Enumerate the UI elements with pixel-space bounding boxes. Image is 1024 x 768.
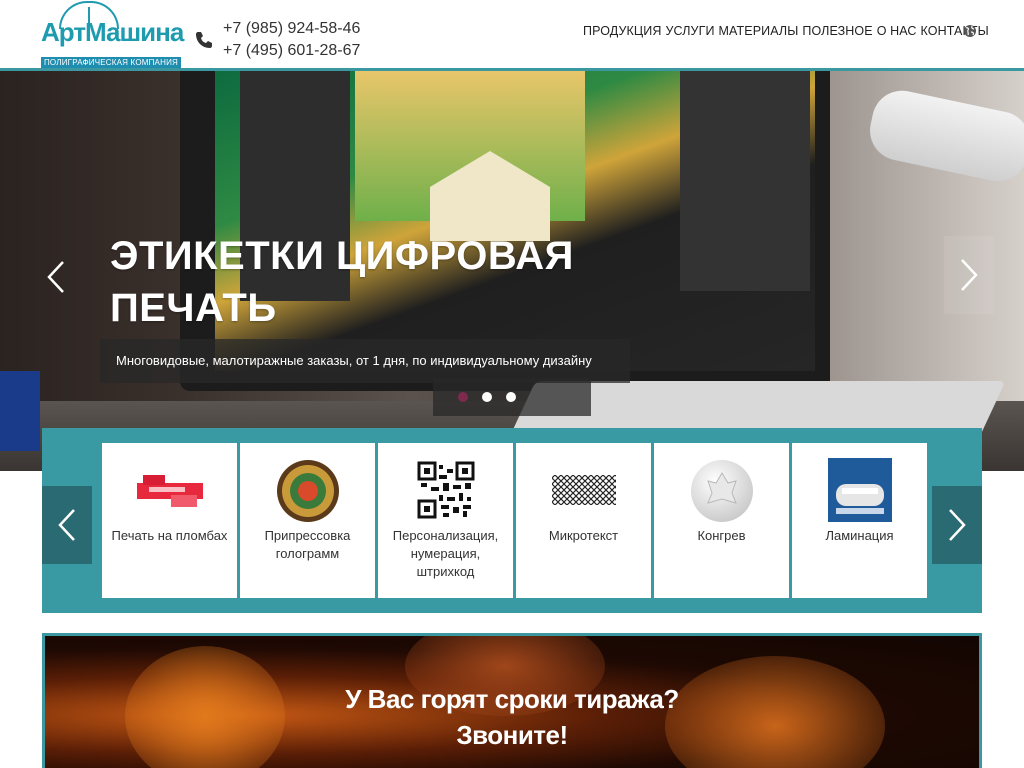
service-card-label: Микротекст [548,528,619,543]
seal-tape-image [136,475,203,507]
chevron-left-icon[interactable] [43,252,69,302]
hologram-image [276,460,339,522]
chevron-right-icon [949,509,966,541]
services-next-button[interactable] [932,486,982,564]
qr-code-image [416,461,475,519]
promo-line-2: Звоните! [456,720,568,750]
nav-item-materials[interactable]: МАТЕРИАЛЫ [719,24,799,38]
nav-item-services[interactable]: УСЛУГИ [665,24,714,38]
services-prev-button[interactable] [42,486,92,564]
hero-slider: ЭТИКЕТКИ ЦИФРОВАЯ ПЕЧАТЬ Многовидовые, м… [0,71,1024,471]
logo-text: АртМашина [41,17,184,47]
emboss-image [690,460,753,522]
lamination-image [827,458,892,522]
services-cards: Печать на пломбах Припрессовка голограмм [102,443,927,598]
nav-item-about[interactable]: О НАС [877,24,917,38]
hero-label-roll [864,85,1024,187]
globe-icon[interactable] [963,24,977,38]
phone-number-2[interactable]: +7 (495) 601-28-67 [223,40,360,62]
nav-item-useful[interactable]: ПОЛЕЗНОЕ [802,24,872,38]
phone-icon [196,32,212,48]
main-nav: ПРОДУКЦИЯ УСЛУГИ МАТЕРИАЛЫ ПОЛЕЗНОЕ О НА… [583,24,989,38]
logo-tagline: ПОЛИГРАФИЧЕСКАЯ КОМПАНИЯ [41,57,181,68]
slider-pagination [433,378,591,416]
site-header: АртМашина ПОЛИГРАФИЧЕСКАЯ КОМПАНИЯ +7 (9… [0,0,1024,68]
microtext-image [551,475,616,505]
chevron-right-icon [961,259,978,291]
chevron-left-icon [58,509,75,541]
slider-dot-2[interactable] [482,392,492,402]
hero-title: ЭТИКЕТКИ ЦИФРОВАЯ ПЕЧАТЬ [110,230,574,334]
site-logo[interactable]: АртМашина ПОЛИГРАФИЧЕСКАЯ КОМПАНИЯ [41,1,184,68]
phone-number-1[interactable]: +7 (985) 924-58-46 [223,18,360,40]
service-card-microtext[interactable]: Микротекст [516,443,651,598]
service-card-label: Конгрев [697,528,746,543]
slider-dot-3[interactable] [506,392,516,402]
hero-blue-object [0,371,40,451]
promo-text: У Вас горят сроки тиража? Звоните! [45,681,979,753]
hero-caption: Многовидовые, малотиражные заказы, от 1 … [100,339,630,383]
slider-dot-1[interactable] [458,392,468,402]
service-card-label: Припрессовка голограмм [264,528,351,561]
nav-item-products[interactable]: ПРОДУКЦИЯ [583,24,661,38]
slider-next-button[interactable] [944,236,994,314]
service-card-seals[interactable]: Печать на пломбах [102,443,237,598]
services-carousel: Печать на пломбах Припрессовка голограмм [42,428,982,613]
service-card-embossing[interactable]: Конгрев [654,443,789,598]
service-card-personalization[interactable]: Персонализация, нумерация, штрихкод [378,443,513,598]
service-card-holograms[interactable]: Припрессовка голограмм [240,443,375,598]
phone-numbers: +7 (985) 924-58-46 +7 (495) 601-28-67 [223,18,360,62]
hero-side-panel [680,71,810,291]
service-card-lamination[interactable]: Ламинация [792,443,927,598]
promo-line-1: У Вас горят сроки тиража? [345,684,679,714]
service-card-label: Печать на пломбах [111,528,228,543]
hero-title-line-2: ПЕЧАТЬ [110,286,277,330]
service-card-label: Персонализация, нумерация, штрихкод [392,528,499,579]
hero-title-line-1: ЭТИКЕТКИ ЦИФРОВАЯ [110,234,574,278]
promo-banner[interactable]: У Вас горят сроки тиража? Звоните! [42,633,982,768]
service-card-label: Ламинация [825,528,894,543]
nav-item-contacts[interactable]: КОНТАКТЫ [921,24,989,38]
